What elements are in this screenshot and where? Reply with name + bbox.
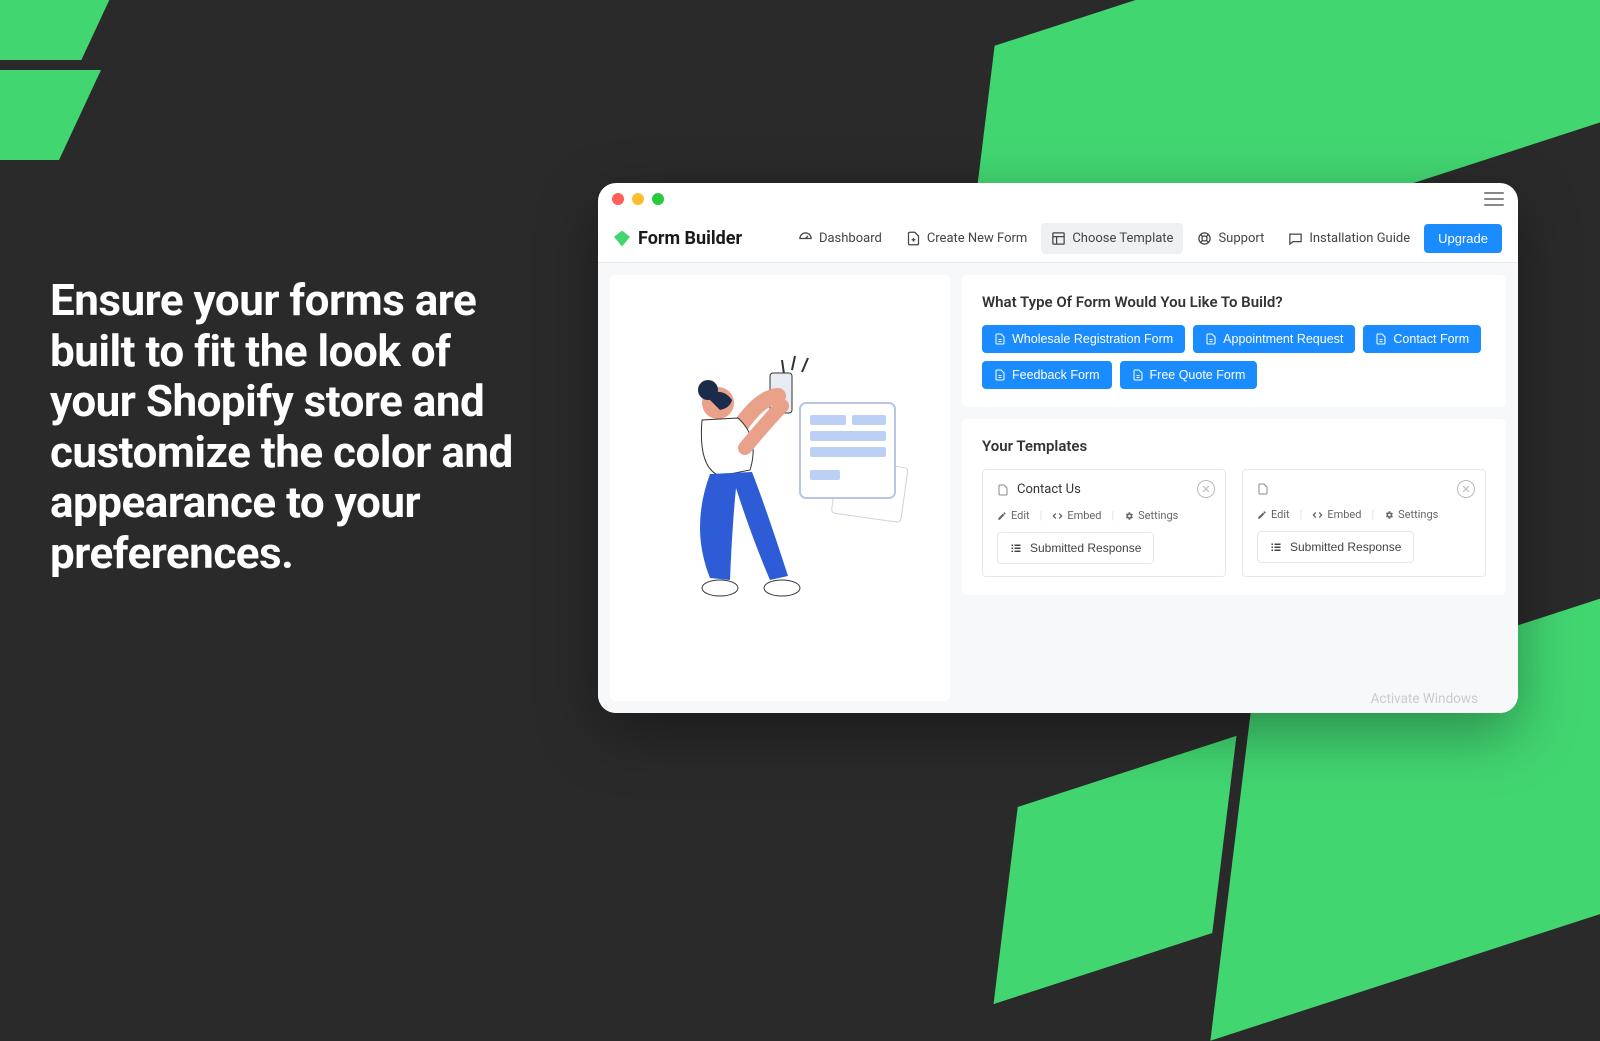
file-plus-icon <box>906 231 921 246</box>
list-icon <box>1270 541 1282 553</box>
templates-heading: Your Templates <box>982 437 1486 455</box>
form-type-heading: What Type Of Form Would You Like To Buil… <box>982 293 1486 311</box>
pencil-icon <box>997 511 1007 521</box>
form-type-wholesale[interactable]: Wholesale Registration Form <box>982 325 1185 353</box>
nav-support[interactable]: Support <box>1187 223 1274 254</box>
template-card: ✕ Edit | <box>1242 469 1486 577</box>
template-actions: Edit | Embed | Settings <box>997 509 1211 522</box>
traffic-lights <box>612 193 664 205</box>
embed-action[interactable]: Embed <box>1052 509 1101 522</box>
settings-action[interactable]: Settings <box>1384 508 1438 521</box>
submitted-response-button[interactable]: Submitted Response <box>1257 531 1414 563</box>
pill-label: Appointment Request <box>1223 332 1343 346</box>
nav-choose-template[interactable]: Choose Template <box>1041 223 1183 254</box>
person-phone-illustration <box>650 338 910 638</box>
gear-icon <box>1124 511 1134 521</box>
minimize-dot-icon[interactable] <box>632 193 644 205</box>
form-type-contact[interactable]: Contact Form <box>1363 325 1481 353</box>
file-icon <box>1257 482 1269 496</box>
main-panel: What Type Of Form Would You Like To Buil… <box>962 275 1506 701</box>
brand[interactable]: Form Builder <box>614 228 742 249</box>
divider: | <box>1300 508 1303 521</box>
gauge-icon <box>798 231 813 246</box>
nav-label: Create New Form <box>927 231 1028 246</box>
action-label: Embed <box>1327 508 1361 521</box>
file-icon <box>997 483 1009 497</box>
edit-action[interactable]: Edit <box>997 509 1030 522</box>
close-dot-icon[interactable] <box>612 193 624 205</box>
form-type-card: What Type Of Form Would You Like To Buil… <box>962 275 1506 407</box>
pill-label: Free Quote Form <box>1150 368 1246 382</box>
template-icon <box>1051 231 1066 246</box>
top-nav: Form Builder Dashboard Create New Form C… <box>598 215 1518 263</box>
decor-shape <box>994 736 1237 1004</box>
form-type-appointment[interactable]: Appointment Request <box>1193 325 1355 353</box>
pill-label: Contact Form <box>1393 332 1469 346</box>
template-card: ✕ Contact Us Edit | <box>982 469 1226 577</box>
button-label: Submitted Response <box>1030 541 1141 555</box>
close-icon[interactable]: ✕ <box>1457 480 1475 498</box>
hamburger-menu-icon[interactable] <box>1484 192 1504 206</box>
action-label: Edit <box>1271 508 1290 521</box>
file-icon <box>994 332 1006 346</box>
code-icon <box>1052 511 1063 521</box>
pill-label: Feedback Form <box>1012 368 1100 382</box>
file-icon <box>1132 368 1144 382</box>
close-icon[interactable]: ✕ <box>1197 480 1215 498</box>
action-label: Settings <box>1398 508 1438 521</box>
templates-grid: ✕ Contact Us Edit | <box>982 469 1486 577</box>
file-icon <box>994 368 1006 382</box>
illustration-panel <box>610 275 950 701</box>
template-actions: Edit | Embed | Settings <box>1257 508 1471 521</box>
templates-card: Your Templates ✕ Contact Us Edit <box>962 419 1506 595</box>
lifebuoy-icon <box>1197 231 1212 246</box>
nav-label: Choose Template <box>1072 231 1173 246</box>
edit-action[interactable]: Edit <box>1257 508 1290 521</box>
template-title-row: Contact Us <box>997 482 1211 497</box>
decor-shape <box>0 70 101 160</box>
code-icon <box>1312 510 1323 520</box>
button-label: Submitted Response <box>1290 540 1401 554</box>
brand-logo-icon <box>614 231 630 247</box>
settings-action[interactable]: Settings <box>1124 509 1178 522</box>
watermark-text: Activate Windows <box>1371 691 1478 707</box>
action-label: Edit <box>1011 509 1030 522</box>
nav-label: Installation Guide <box>1309 231 1410 246</box>
file-icon <box>1375 332 1387 346</box>
form-type-feedback[interactable]: Feedback Form <box>982 361 1112 389</box>
content-area: What Type Of Form Would You Like To Buil… <box>598 263 1518 713</box>
divider: | <box>1111 509 1114 522</box>
form-type-options: Wholesale Registration Form Appointment … <box>982 325 1486 389</box>
divider: | <box>1371 508 1374 521</box>
browser-mockup: Form Builder Dashboard Create New Form C… <box>598 183 1518 713</box>
nav-create-form[interactable]: Create New Form <box>896 223 1038 254</box>
nav-install-guide[interactable]: Installation Guide <box>1278 223 1420 254</box>
decor-shape <box>0 0 119 60</box>
template-title-row <box>1257 482 1471 496</box>
nav-dashboard[interactable]: Dashboard <box>788 223 892 254</box>
file-icon <box>1205 332 1217 346</box>
chat-icon <box>1288 231 1303 246</box>
embed-action[interactable]: Embed <box>1312 508 1361 521</box>
form-type-quote[interactable]: Free Quote Form <box>1120 361 1258 389</box>
pencil-icon <box>1257 510 1267 520</box>
submitted-response-button[interactable]: Submitted Response <box>997 532 1154 564</box>
nav-label: Support <box>1218 231 1264 246</box>
pill-label: Wholesale Registration Form <box>1012 332 1173 346</box>
titlebar <box>598 183 1518 215</box>
divider: | <box>1040 509 1043 522</box>
marketing-headline: Ensure your forms are built to fit the l… <box>50 275 520 579</box>
brand-name: Form Builder <box>638 228 742 249</box>
action-label: Embed <box>1067 509 1101 522</box>
action-label: Settings <box>1138 509 1178 522</box>
nav-label: Dashboard <box>819 231 882 246</box>
maximize-dot-icon[interactable] <box>652 193 664 205</box>
upgrade-button[interactable]: Upgrade <box>1424 224 1502 253</box>
list-icon <box>1010 542 1022 554</box>
template-title: Contact Us <box>1017 482 1081 497</box>
gear-icon <box>1384 510 1394 520</box>
